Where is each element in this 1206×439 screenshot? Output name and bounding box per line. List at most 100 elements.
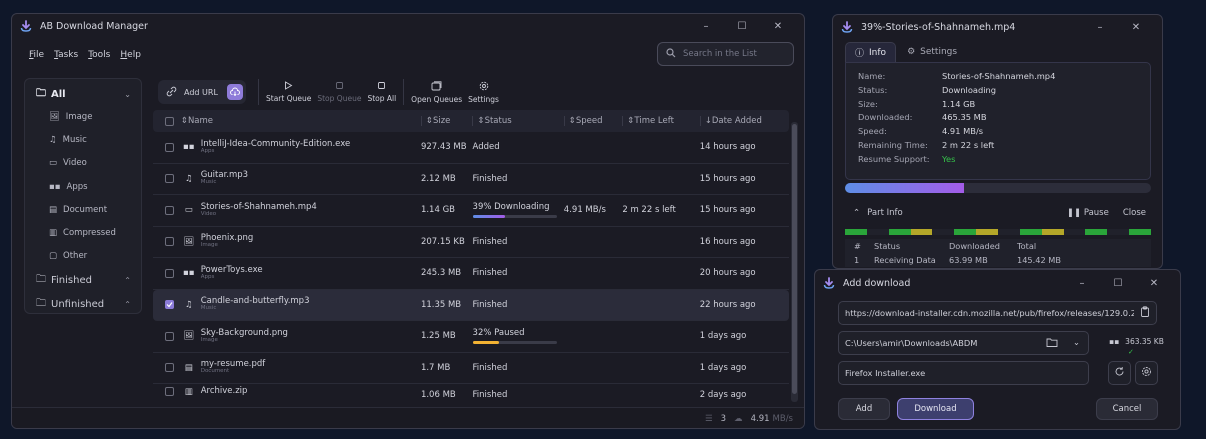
sidebar-item-image[interactable]: 🖼 Image xyxy=(29,105,137,128)
download-button[interactable]: Download xyxy=(897,398,974,420)
download-settings-button[interactable] xyxy=(1135,361,1158,385)
stop-queue-button[interactable]: Stop Queue xyxy=(314,76,364,108)
minimize-icon[interactable]: – xyxy=(1082,22,1118,33)
menu-tasks[interactable]: Tasks xyxy=(54,50,78,60)
column-date-added[interactable]: ↓Date Added xyxy=(699,116,789,126)
add-url-button[interactable]: Add URL xyxy=(158,80,246,104)
info-key: Speed: xyxy=(858,126,887,137)
row-checkbox[interactable] xyxy=(165,237,175,247)
sidebar-item-all[interactable]: 🗀 All ⌄ xyxy=(29,83,137,105)
close-icon[interactable]: ✕ xyxy=(760,21,796,32)
search-input[interactable]: Search in the List xyxy=(683,49,757,59)
filename-input[interactable]: Firefox Installer.exe xyxy=(838,361,1089,385)
table-scrollbar[interactable] xyxy=(791,122,798,402)
row-checkbox[interactable] xyxy=(165,174,175,184)
row-checkbox[interactable] xyxy=(165,363,175,373)
sidebar-item-label: All xyxy=(51,88,66,100)
table-row[interactable]: ▥ Archive.zip 1.06 MB Finished 2 days ag… xyxy=(153,384,789,402)
column-label: Status xyxy=(874,241,901,251)
menu-file[interactable]: File xyxy=(29,50,44,60)
sidebar-item-other[interactable]: ▢ Other xyxy=(29,245,137,268)
cloud-download-icon[interactable] xyxy=(227,84,243,100)
maximize-icon[interactable]: ☐ xyxy=(724,21,760,32)
checkmark-icon: ✓ xyxy=(1128,348,1134,356)
chevron-up-icon[interactable]: ⌃ xyxy=(124,300,131,309)
tab-info[interactable]: ⓘ Info xyxy=(845,42,897,62)
sidebar-item-music[interactable]: ♫ Music xyxy=(29,128,137,151)
sidebar-item-compressed[interactable]: ▥ Compressed xyxy=(29,221,137,244)
minimize-icon[interactable]: – xyxy=(1064,278,1100,289)
stop-all-button[interactable]: Stop All xyxy=(364,76,399,108)
maximize-icon[interactable]: ☐ xyxy=(1100,278,1136,289)
table-row[interactable]: 🖼 Phoenix.png Image 207.15 KB Finished 16… xyxy=(153,227,789,258)
sidebar-item-document[interactable]: ▤ Document xyxy=(29,198,137,221)
file-size: 207.15 KB xyxy=(420,236,465,247)
search-box[interactable]: Search in the List xyxy=(657,42,794,66)
add-download-titlebar[interactable]: Add download – ☐ ✕ xyxy=(815,270,1180,296)
archive-icon: ▥ xyxy=(184,387,193,397)
toolbar-divider xyxy=(403,79,405,105)
info-panel: Name: Stories-of-Shahnameh.mp4 Status: Dow… xyxy=(845,62,1151,180)
table-row[interactable]: ▭ Stories-of-Shahnameh.mp4 Video 1.14 GB … xyxy=(153,195,789,227)
pause-button[interactable]: ❚❚ Pause xyxy=(1067,208,1109,218)
table-row[interactable]: ♫ Guitar.mp3 Music 2.12 MB Finished 15 ho… xyxy=(153,164,789,195)
row-checkbox[interactable] xyxy=(165,387,175,396)
file-status: Added xyxy=(472,142,500,153)
close-button[interactable]: Close xyxy=(1123,208,1146,218)
row-checkbox[interactable] xyxy=(165,268,175,278)
settings-button[interactable]: Settings xyxy=(465,76,502,108)
add-button[interactable]: Add xyxy=(838,398,890,420)
menu-help[interactable]: Help xyxy=(120,50,141,60)
segment xyxy=(1063,229,1086,235)
select-all-checkbox[interactable] xyxy=(159,116,181,126)
chevron-down-icon[interactable]: ⌄ xyxy=(124,90,131,99)
sidebar-item-label: Document xyxy=(63,204,108,215)
chevron-up-icon[interactable]: ⌃ xyxy=(124,276,131,285)
column-status[interactable]: ⇕Status xyxy=(472,116,563,126)
start-queue-button[interactable]: Start Queue xyxy=(263,76,314,108)
refresh-button[interactable] xyxy=(1108,361,1131,385)
sidebar-item-finished[interactable]: 🗀 Finished ⌃ xyxy=(29,268,137,292)
sidebar-item-apps[interactable]: ▪▪ Apps xyxy=(29,175,137,198)
row-checkbox[interactable] xyxy=(165,300,175,310)
tab-label: Settings xyxy=(920,47,958,57)
sidebar-item-video[interactable]: ▭ Video xyxy=(29,152,137,175)
sidebar-item-label: Music xyxy=(62,134,87,145)
file-size: 2.12 MB xyxy=(420,173,456,184)
file-category: Image xyxy=(200,336,218,343)
sidebar-item-unfinished[interactable]: 🗀 Unfinished ⌃ xyxy=(29,292,137,316)
part-info-toggle[interactable]: ⌃ Part Info xyxy=(845,208,1067,218)
paste-button[interactable] xyxy=(1134,301,1157,325)
scrollbar-thumb[interactable] xyxy=(792,124,797,394)
column-name[interactable]: ⇕Name xyxy=(181,116,421,126)
folder-icon[interactable] xyxy=(1046,337,1058,350)
column-size[interactable]: ⇕Size xyxy=(420,116,473,126)
chevron-down-icon[interactable]: ⌄ xyxy=(1073,337,1080,347)
table-row[interactable]: 🖼 Sky-Background.png Image 1.25 MB 32% Pa… xyxy=(153,321,789,353)
menu-tools[interactable]: Tools xyxy=(88,50,110,60)
file-size-info: ▪▪ 363.35 KB xyxy=(1109,337,1164,346)
row-checkbox[interactable] xyxy=(165,205,175,215)
table-row[interactable]: ▪▪ IntelliJ-Idea-Community-Edition.exe Ap… xyxy=(153,132,789,164)
table-row[interactable]: ▪▪ PowerToys.exe Apps 245.3 MB Finished 2… xyxy=(153,258,789,290)
url-input[interactable]: https://download-installer.cdn.mozilla.n… xyxy=(838,301,1135,325)
column-speed[interactable]: ⇕Speed xyxy=(563,116,623,126)
sidebar-item-label: Finished xyxy=(51,274,92,286)
segment xyxy=(910,229,933,235)
main-titlebar[interactable]: AB Download Manager – ☐ ✕ xyxy=(12,14,804,38)
close-icon[interactable]: ✕ xyxy=(1136,278,1172,289)
tab-settings[interactable]: ⚙ Settings xyxy=(898,42,966,62)
minimize-icon[interactable]: – xyxy=(688,21,724,32)
row-checkbox[interactable] xyxy=(165,142,175,152)
row-checkbox[interactable] xyxy=(165,331,175,341)
folder-input[interactable]: C:\Users\amir\Downloads\ABDM ⌄ xyxy=(838,331,1089,355)
open-queues-button[interactable]: Open Queues xyxy=(408,76,465,108)
info-key: Remaining Time: xyxy=(858,139,928,150)
file-category: Document xyxy=(200,368,230,375)
table-row[interactable]: ♫ Candle-and-butterfly.mp3 Music 11.35 MB… xyxy=(153,289,789,321)
info-titlebar[interactable]: 39%-Stories-of-Shahnameh.mp4 – ✕ xyxy=(833,15,1162,39)
cancel-button[interactable]: Cancel xyxy=(1096,398,1158,420)
table-row[interactable]: ▤ my-resume.pdf Document 1.7 MB Finished … xyxy=(153,353,789,384)
column-time-left[interactable]: ⇕Time Left xyxy=(622,116,699,126)
close-icon[interactable]: ✕ xyxy=(1118,22,1154,33)
